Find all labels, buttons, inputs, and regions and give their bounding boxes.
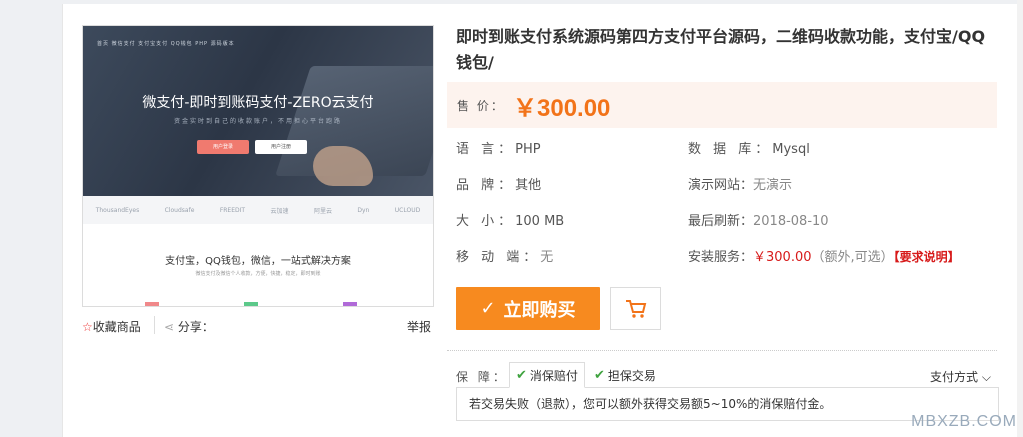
- attr-value: 无演示: [753, 178, 793, 193]
- feature-dot: [343, 302, 357, 306]
- attr-install: 安装服务：￥300.00（额外,可选）【要求说明】: [688, 246, 960, 265]
- hero-subtitle: 资金实时到自己的收款账户，不用担心平台跑路: [173, 118, 342, 125]
- hero-title: 微支付-即时到账码支付-ZERO云支付: [142, 95, 374, 111]
- attr-label: 大 小：: [456, 214, 516, 229]
- price-label: 售 价：: [457, 99, 505, 113]
- price-value: ￥300.00: [513, 95, 611, 122]
- attr-label: 品 牌：: [456, 178, 516, 193]
- payment-method-label: 支付方式: [930, 370, 979, 384]
- share-link[interactable]: ⋖ 分享：: [164, 318, 214, 335]
- tab-escrow[interactable]: ✔ 担保交易: [588, 362, 662, 388]
- add-to-cart-button[interactable]: [610, 287, 661, 330]
- attr-demo: 演示网站：无演示: [688, 174, 792, 193]
- partner-logo: 云加速: [270, 207, 289, 215]
- attr-label: 演示网站：: [688, 178, 754, 193]
- hero-nav: 首页 微信支付 支付宝支付 QQ钱包 PHP 源码版本: [97, 41, 235, 47]
- attr-value: 其他: [515, 178, 542, 193]
- shield-check-icon: ✔: [516, 367, 527, 383]
- partner-logo: 阿里云: [313, 207, 332, 215]
- attr-label: 最后刷新：: [688, 214, 754, 229]
- product-image[interactable]: 首页 微信支付 支付宝支付 QQ钱包 PHP 源码版本 微支付-即时到账码支付-…: [82, 25, 434, 307]
- tab-label: 消保赔付: [529, 368, 578, 383]
- favorite-link[interactable]: ☆收藏商品: [82, 318, 141, 335]
- install-price: ￥300.00: [753, 250, 812, 265]
- partner-logo: UCLOUD: [394, 206, 421, 214]
- divider: [447, 350, 997, 351]
- attr-label: 安装服务：: [688, 250, 754, 265]
- share-label: 分享：: [177, 320, 214, 334]
- buy-now-label: 立即购买: [503, 299, 576, 321]
- attr-size: 大 小：100 MB: [456, 210, 564, 229]
- shield-check-icon: ✔: [594, 367, 605, 383]
- attr-mobile: 移 动 端：无: [456, 246, 553, 265]
- partner-logo: Cloudsafe: [164, 206, 195, 214]
- attr-label: 数 据 库：: [688, 142, 773, 157]
- buy-now-button[interactable]: ✓ 立即购买: [456, 287, 600, 330]
- cart-icon: [625, 299, 646, 318]
- install-note: （额外,可选）: [811, 250, 894, 265]
- price-bar: 售 价： ￥300.00: [447, 82, 997, 128]
- feature-dot: [145, 302, 159, 306]
- report-link[interactable]: 举报: [407, 318, 431, 335]
- feature-title: 支付宝，QQ钱包，微信，一站式解决方案: [165, 256, 351, 267]
- attr-brand: 品 牌：其他: [456, 174, 541, 193]
- attr-label: 移 动 端：: [456, 250, 541, 265]
- attr-refresh: 最后刷新：2018-08-10: [688, 210, 829, 229]
- feature-subtitle: 微信支付及微信个人收款，方便，快捷，稳定，即时到账: [195, 271, 321, 277]
- attr-database: 数 据 库：Mysql: [688, 138, 810, 157]
- attr-label: 语 言：: [456, 142, 516, 157]
- star-icon: ☆: [82, 320, 93, 334]
- tab-consumer-protection[interactable]: ✔ 消保赔付: [509, 362, 585, 388]
- partner-logos: ThousandEyes Cloudsafe FREEDIT 云加速 阿里云 D…: [83, 196, 433, 224]
- attr-value: PHP: [515, 142, 541, 157]
- attr-value: 2018-08-10: [753, 214, 829, 229]
- install-requirements-link[interactable]: 【要求说明】: [894, 250, 960, 264]
- attr-language: 语 言：PHP: [456, 138, 541, 157]
- attr-value: 无: [540, 250, 554, 265]
- favorite-label: 收藏商品: [92, 320, 141, 334]
- payment-method-dropdown[interactable]: 支付方式 ⌵: [930, 368, 991, 385]
- chevron-down-icon: ⌵: [978, 370, 991, 384]
- partner-logo: FREEDIT: [219, 206, 246, 214]
- feature-dot: [244, 302, 258, 306]
- partner-logo: Dyn: [357, 206, 370, 214]
- guarantee-label: 保 障：: [456, 370, 508, 384]
- tab-label: 担保交易: [607, 368, 656, 383]
- share-icon: ⋖: [164, 320, 175, 334]
- watermark: MBXZB.COM: [911, 413, 1017, 430]
- check-icon: ✓: [480, 298, 496, 319]
- hero-register-button: 用户注册: [255, 140, 307, 154]
- attr-value: Mysql: [772, 142, 810, 157]
- partner-logo: ThousandEyes: [95, 206, 140, 214]
- page-edge: [1017, 0, 1023, 437]
- hero-login-button: 用户登录: [197, 140, 249, 154]
- tools-divider: [154, 316, 155, 334]
- attr-value: 100 MB: [515, 214, 565, 229]
- hero-banner: 首页 微信支付 支付宝支付 QQ钱包 PHP 源码版本 微支付-即时到账码支付-…: [83, 26, 433, 196]
- product-title: 即时到账支付系统源码第四方支付平台源码，二维码收款功能，支付宝/QQ钱包/: [456, 27, 986, 72]
